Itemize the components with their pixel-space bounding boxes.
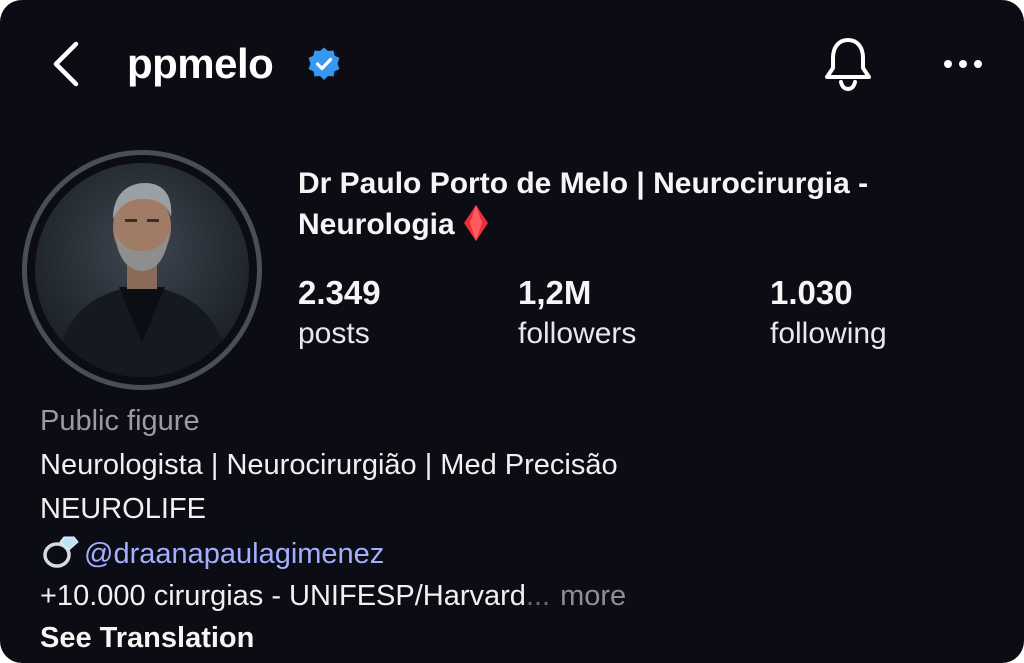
bio-line-4-text: +10.000 cirurgias - UNIFESP/Harvard <box>40 580 526 612</box>
profile-photo <box>35 163 249 377</box>
following-count: 1.030 <box>770 274 853 311</box>
more-options-button[interactable] <box>940 44 986 84</box>
bell-icon <box>825 38 871 92</box>
bio-line-2: NEUROLIFE <box>40 493 206 525</box>
mention-link[interactable]: @draanapaulagimenez <box>84 538 384 570</box>
bio-line-1: Neurologista | Neurocirurgião | Med Prec… <box>40 449 618 481</box>
followers-count: 1,2M <box>518 274 592 311</box>
posts-stat[interactable]: 2.349 posts <box>298 272 381 354</box>
chevron-left-icon <box>53 41 79 87</box>
posts-label: posts <box>298 317 370 350</box>
ring-icon <box>43 536 79 568</box>
following-stat[interactable]: 1.030 following <box>770 272 887 354</box>
followers-label: followers <box>518 317 637 350</box>
back-button[interactable] <box>44 36 88 92</box>
see-translation-button[interactable]: See Translation <box>40 618 254 658</box>
posts-count: 2.349 <box>298 274 381 311</box>
more-horizontal-icon <box>944 60 982 68</box>
verified-badge-icon <box>308 47 340 80</box>
bio-line-4: +10.000 cirurgias - UNIFESP/Harvard... mo… <box>40 576 626 616</box>
avatar[interactable] <box>35 163 249 377</box>
red-diamond-icon <box>463 205 488 241</box>
followers-stat[interactable]: 1,2M followers <box>518 272 636 354</box>
profile-category: Public figure <box>40 405 200 437</box>
bio-ellipsis: ... <box>525 580 551 612</box>
profile-screen: ppmelo Dr Paulo Porto de Melo | Neurocir… <box>0 0 1024 663</box>
full-name-line2: Neurologia <box>298 208 455 241</box>
following-label: following <box>770 317 887 350</box>
full-name-line1: Dr Paulo Porto de Melo | Neurocirurgia - <box>298 167 869 200</box>
more-link[interactable]: more <box>560 580 626 612</box>
notifications-button[interactable] <box>820 34 876 94</box>
profile-username: ppmelo <box>127 40 274 87</box>
bio-line-3: @draanapaulagimenez <box>40 533 384 574</box>
profile-full-name: Dr Paulo Porto de Melo | Neurocirurgia -… <box>298 164 998 245</box>
